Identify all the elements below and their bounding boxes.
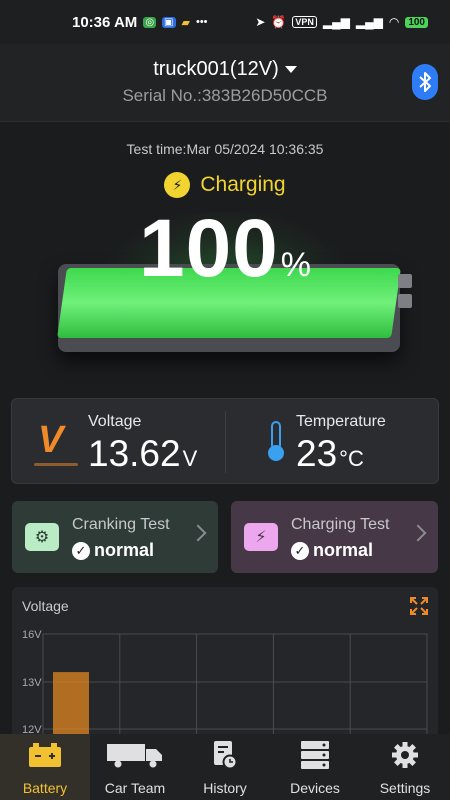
nav-devices[interactable]: Devices: [270, 734, 360, 800]
status-right: ➤ ⏰ VPN ▂▄▆ ▂▄▆ ◠ 100: [255, 15, 428, 29]
app-notification-icon-2: ▣: [162, 16, 176, 28]
cranking-test-title: Cranking Test: [72, 516, 170, 533]
signal-icon: ▂▄▆: [322, 15, 350, 29]
nav-settings[interactable]: Settings: [360, 734, 450, 800]
nav-label: Battery: [22, 780, 68, 796]
bluetooth-icon: [419, 72, 431, 92]
more-notifications-icon: •••: [195, 16, 208, 28]
bluetooth-button[interactable]: [412, 64, 438, 100]
charge-percent: 100%: [0, 202, 450, 296]
app-notification-icon: ◎: [143, 16, 157, 28]
alarm-icon: ⏰: [271, 15, 287, 29]
thermometer-icon: [268, 421, 284, 461]
charging-test-status: ✓ normal: [291, 540, 373, 561]
chart-y-tick-label: 13V: [22, 677, 42, 689]
voltage-chart: 16V13V12V: [22, 629, 428, 747]
chevron-right-icon: [409, 524, 427, 542]
voltage-icon: V: [38, 419, 64, 461]
nav-label: Devices: [290, 780, 340, 796]
status-bar: 10:36 AM ◎ ▣ ▰ ••• ➤ ⏰ VPN ▂▄▆ ▂▄▆ ◠ 100: [0, 0, 450, 44]
charging-test-title: Charging Test: [291, 516, 390, 533]
voltage-icon-underline: [34, 463, 78, 466]
battery-icon: [28, 740, 62, 770]
chevron-down-icon: [284, 66, 297, 74]
voltage-unit: V: [182, 446, 198, 471]
plug-icon: ⚡: [244, 523, 278, 551]
check-circle-icon: ✓: [72, 541, 90, 560]
chart-title: Voltage: [22, 598, 69, 614]
device-selector[interactable]: truck001(12V): [0, 58, 450, 81]
cranking-test-card[interactable]: ⚙ Cranking Test ✓ normal: [12, 501, 218, 573]
voltage-value: 13.62V: [88, 433, 197, 475]
charging-test-card[interactable]: ⚡ Charging Test ✓ normal: [231, 501, 438, 573]
voltage-number: 13.62: [88, 433, 181, 474]
cranking-status-text: normal: [94, 540, 155, 560]
bus-icon: ▰: [181, 16, 190, 29]
cranking-test-status: ✓ normal: [72, 540, 154, 561]
temperature-label: Temperature: [296, 413, 386, 430]
temperature-unit: °C: [339, 446, 364, 471]
vpn-badge: VPN: [292, 16, 317, 28]
measurement-divider: [225, 411, 226, 473]
voltage-label: Voltage: [88, 413, 142, 430]
signal-icon-2: ▂▄▆: [355, 15, 383, 29]
battery-status-icon: 100: [405, 16, 428, 28]
chart-y-tick-label: 16V: [22, 629, 42, 641]
truck-icon: [106, 740, 164, 770]
temperature-number: 23: [296, 433, 338, 474]
nav-label: History: [203, 780, 247, 796]
temperature-value: 23°C: [296, 433, 364, 475]
charge-percent-value: 100: [138, 203, 279, 294]
measurement-card: V Voltage 13.62V Temperature 23°C: [11, 398, 439, 484]
history-icon: [212, 740, 238, 770]
nav-label: Settings: [379, 780, 431, 796]
device-name: truck001(12V): [153, 58, 279, 80]
battery-terminal: [398, 294, 412, 308]
chevron-right-icon: [189, 524, 207, 542]
charging-label: Charging: [200, 173, 286, 196]
engine-icon: ⚙: [25, 523, 59, 551]
nav-history[interactable]: History: [180, 734, 270, 800]
devices-icon: [300, 740, 330, 770]
chart-plot-frame: [42, 633, 428, 747]
charging-status: ⚡ Charging: [0, 172, 450, 198]
expand-icon[interactable]: [410, 597, 428, 615]
voltage-chart-card: 16V 13V 12V Voltage: [12, 587, 438, 747]
nav-battery[interactable]: Battery: [0, 734, 90, 800]
nav-label: Car Team: [104, 780, 166, 796]
test-time: Test time:Mar 05/2024 10:36:35: [126, 141, 324, 157]
wifi-icon: ◠: [388, 15, 400, 29]
charging-plug-icon: ⚡: [164, 172, 191, 198]
gear-icon: [390, 740, 420, 770]
percent-sign: %: [280, 246, 312, 284]
check-circle-icon: ✓: [291, 541, 309, 560]
serial-number: Serial No.:383B26D50CCB: [122, 86, 328, 105]
nav-car-team[interactable]: Car Team: [90, 734, 180, 800]
status-time: 10:36 AM: [72, 13, 138, 31]
bottom-nav: Battery Car Team History Devices Setting…: [0, 734, 450, 800]
charging-status-text: normal: [313, 540, 374, 560]
header: truck001(12V) Serial No.:383B26D50CCB: [0, 44, 450, 122]
location-icon: ➤: [255, 15, 266, 29]
